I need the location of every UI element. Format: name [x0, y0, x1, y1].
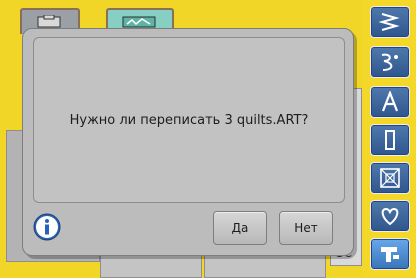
alphabet-button[interactable] — [370, 86, 410, 118]
decorative-stitch-icon — [381, 53, 398, 71]
info-icon[interactable] — [33, 213, 61, 241]
no-button[interactable]: Нет — [279, 211, 333, 245]
zigzag-stitch-button[interactable] — [370, 6, 410, 38]
buttonhole-icon — [385, 130, 395, 150]
buttonhole-button[interactable] — [370, 124, 410, 156]
right-toolbar — [362, 0, 416, 276]
dialog-message-area: Нужно ли переписать 3 quilts.ART? — [33, 37, 345, 203]
confirm-dialog: Нужно ли переписать 3 quilts.ART? Да Нет — [22, 28, 354, 256]
alphabet-icon — [381, 91, 399, 112]
heart-icon — [381, 207, 399, 226]
quilt-button[interactable] — [370, 162, 410, 194]
folder-icon — [37, 15, 61, 28]
design-icon — [122, 16, 156, 28]
heart-button[interactable] — [370, 200, 410, 232]
zigzag-stitch-icon — [378, 13, 400, 31]
yes-button[interactable]: Да — [213, 211, 267, 245]
dialog-message: Нужно ли переписать 3 quilts.ART? — [69, 113, 309, 128]
embroidery-button[interactable] — [370, 238, 410, 270]
quilt-icon — [380, 168, 400, 188]
embroidery-icon — [381, 247, 399, 262]
decorative-stitch-button[interactable] — [370, 46, 410, 78]
